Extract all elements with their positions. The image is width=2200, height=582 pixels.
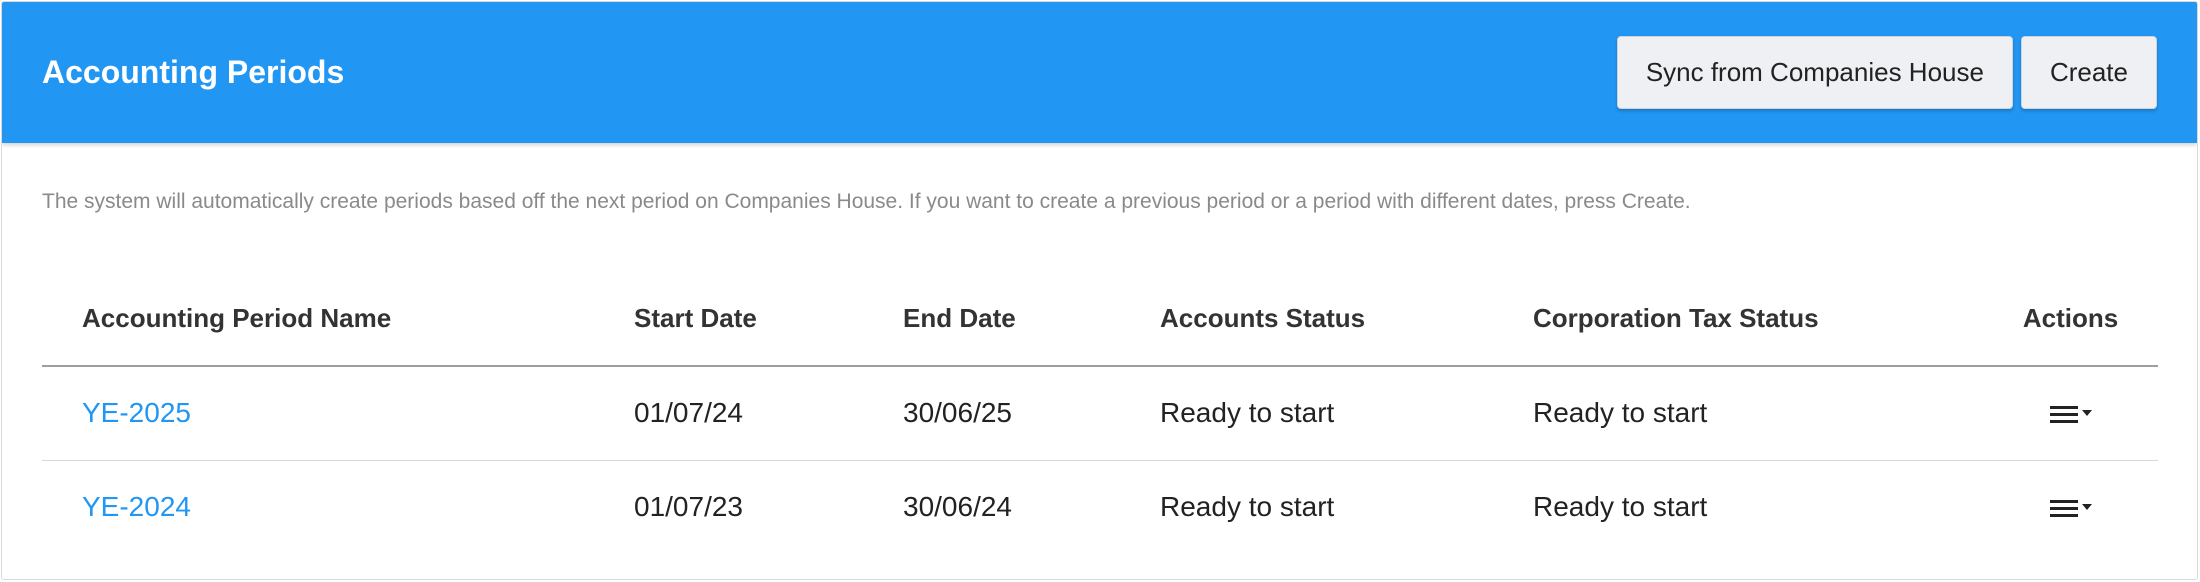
page-title: Accounting Periods: [42, 54, 345, 90]
column-header-start-date: Start Date: [594, 272, 863, 367]
card-body: The system will automatically create per…: [2, 143, 2197, 554]
period-link[interactable]: YE-2024: [82, 491, 191, 522]
column-header-ct-status: Corporation Tax Status: [1493, 272, 1983, 367]
column-header-accounts-status: Accounts Status: [1120, 272, 1493, 367]
accounting-periods-table: Accounting Period Name Start Date End Da…: [42, 272, 2158, 554]
actions-cell: [1983, 460, 2158, 554]
header-actions: Sync from Companies House Create: [1616, 36, 2157, 109]
period-link[interactable]: YE-2025: [82, 397, 191, 428]
column-header-actions: Actions: [1983, 272, 2158, 367]
accounting-periods-card: Accounting Periods Sync from Companies H…: [1, 1, 2198, 580]
table-row: YE-2025 01/07/24 30/06/25 Ready to start…: [42, 366, 2158, 461]
ct-status-cell: Ready to start: [1533, 491, 1708, 523]
end-date-cell: 30/06/24: [903, 491, 1012, 523]
accounts-status-cell: Ready to start: [1160, 491, 1335, 523]
create-button[interactable]: Create: [2020, 36, 2157, 109]
menu-dropdown-icon[interactable]: [2049, 496, 2092, 521]
ct-status-cell: Ready to start: [1493, 366, 1983, 461]
column-header-end-date: End Date: [863, 272, 1120, 367]
start-date-cell: 01/07/23: [634, 491, 743, 523]
end-date-cell: 30/06/25: [863, 366, 1120, 461]
table-header-row: Accounting Period Name Start Date End Da…: [42, 272, 2158, 367]
intro-text: The system will automatically create per…: [42, 190, 1691, 213]
table-row: YE-2024 01/07/23 30/06/24 Ready to start…: [42, 460, 2158, 554]
menu-dropdown-icon[interactable]: [2049, 402, 2092, 427]
card-header: Accounting Periods Sync from Companies H…: [2, 2, 2197, 143]
start-date-cell: 01/07/24: [594, 366, 863, 461]
column-header-name: Accounting Period Name: [42, 272, 594, 367]
actions-cell: [1983, 366, 2158, 461]
sync-companies-house-button[interactable]: Sync from Companies House: [1616, 36, 2013, 109]
accounts-status-cell: Ready to start: [1120, 366, 1493, 461]
